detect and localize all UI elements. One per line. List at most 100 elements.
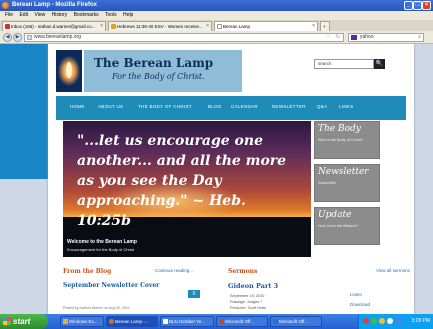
tab-label: Inbox (166) - nathan.d.warner@gmail.co..… — [11, 24, 96, 29]
task-label: BLN October Ye... — [169, 319, 206, 324]
tray-icon[interactable] — [363, 318, 369, 324]
window-title: Berean Lamp - Mozilla Firefox — [12, 2, 98, 8]
sidebox-title: Update — [318, 210, 352, 220]
site-nav: HOME ABOUT US THE BODY OF CHRIST BLOG CA… — [56, 96, 406, 120]
site-header: The Berean Lamp For the Body of Christ. … — [48, 44, 414, 96]
site-search-button[interactable]: 🔍 — [374, 59, 385, 69]
tray-icon[interactable] — [395, 318, 401, 324]
menu-help[interactable]: Help — [123, 12, 133, 18]
close-button[interactable]: × — [422, 1, 431, 10]
tab-berean-lamp[interactable]: Berean Lamp × — [214, 21, 318, 31]
menu-file[interactable]: File — [5, 12, 13, 18]
nav-calendar[interactable]: CALENDAR — [231, 104, 258, 109]
office-icon — [219, 319, 224, 324]
blog-post-meta: Posted by Nathan Warner on Aug 30, 2010 — [63, 306, 130, 310]
task-label: Windows Ex... — [69, 319, 98, 324]
sermons-section: Sermons View all sermons Gideon Part 3 S… — [228, 266, 410, 314]
reload-icon[interactable]: ↻ — [336, 34, 340, 41]
url-bar[interactable]: www.bereanlamp.org ☆ ↻ — [24, 33, 344, 42]
task-windows-explorer[interactable]: Windows Ex... — [60, 316, 104, 327]
nav-blog[interactable]: BLOG — [208, 104, 222, 109]
hero-caption: Welcome to the Berean Lamp — [67, 239, 137, 245]
firefox-icon — [109, 319, 114, 324]
site-container: The Berean Lamp For the Body of Christ. … — [48, 44, 414, 314]
logo-banner[interactable]: The Berean Lamp For the Body of Christ. — [84, 50, 242, 92]
tray-icon[interactable] — [371, 318, 377, 324]
sermon-preacher: Preacher: Scott Hofer — [230, 306, 267, 310]
sidebox-newsletter[interactable]: Newsletter Subscribe! — [314, 164, 380, 202]
nav-qa[interactable]: Q&A — [317, 104, 327, 109]
tray-icon[interactable] — [387, 318, 393, 324]
window-titlebar: Berean Lamp - Mozilla Firefox _ □ × — [0, 0, 433, 11]
view-all-sermons-link[interactable]: View all sermons — [376, 268, 410, 273]
nav-body-of-christ[interactable]: THE BODY OF CHRIST — [138, 104, 192, 109]
folder-icon — [63, 319, 68, 324]
search-bar[interactable]: yahoo ⌕ — [348, 33, 424, 42]
menu-view[interactable]: View — [34, 12, 45, 18]
sermon-download-link[interactable]: Download — [350, 302, 370, 307]
comment-count-badge[interactable]: 0 — [188, 290, 200, 298]
site-identity-icon[interactable] — [27, 35, 32, 40]
sermons-heading: Sermons — [228, 268, 258, 275]
start-button[interactable]: start — [0, 314, 48, 329]
task-label: Berean Lamp -... — [115, 319, 149, 324]
yahoo-icon — [351, 35, 357, 40]
task-bln-october[interactable]: BLN October Ye... — [160, 316, 214, 327]
blog-heading: From the Blog — [63, 268, 112, 275]
system-tray: 3:28 PM — [358, 314, 433, 329]
menu-edit[interactable]: Edit — [19, 12, 28, 18]
sidebox-update[interactable]: Update How Goes the Alliance? — [314, 207, 380, 245]
task-label: Microsoft Off... — [279, 319, 309, 324]
firefox-icon — [2, 2, 9, 9]
blog-post-title[interactable]: September Newsletter Cover — [63, 282, 159, 289]
sermon-passage: Passage: Judges 7 — [230, 300, 263, 304]
office-icon — [273, 319, 278, 324]
sidebox-sub: Who is the Body of Christ? — [318, 138, 363, 142]
search-icon[interactable]: ⌕ — [418, 34, 421, 41]
task-microsoft-office-2[interactable]: Microsoft Off... — [270, 316, 322, 327]
task-firefox[interactable]: Berean Lamp -... — [106, 316, 158, 327]
menu-bookmarks[interactable]: Bookmarks — [74, 12, 99, 18]
sidebox-sub: Subscribe! — [318, 181, 336, 185]
maximize-button[interactable]: □ — [413, 1, 422, 10]
tab-label: Berean Lamp — [223, 24, 251, 29]
nav-links[interactable]: LINKS — [339, 104, 354, 109]
search-engine-label: yahoo — [360, 34, 374, 40]
minimize-button[interactable]: _ — [404, 1, 413, 10]
back-button[interactable]: ◀ — [3, 33, 12, 42]
menu-history[interactable]: History — [52, 12, 68, 18]
nav-about-us[interactable]: ABOUT US — [98, 104, 123, 109]
nav-newsletter[interactable]: NEWSLETTER — [272, 104, 306, 109]
blog-continue-link[interactable]: Continue reading... — [155, 268, 193, 273]
tab-close-icon[interactable]: × — [312, 22, 315, 31]
forward-button[interactable]: ▶ — [13, 33, 22, 42]
tab-close-icon[interactable]: × — [206, 22, 209, 31]
url-text: www.bereanlamp.org — [34, 34, 81, 40]
tab-hebrews[interactable]: Hebrews 11:35-40 ESV - Women receive... … — [108, 21, 212, 31]
page-viewport: The Berean Lamp For the Body of Christ. … — [0, 44, 433, 314]
sermon-date: September 19, 2010 — [230, 294, 265, 298]
start-label: start — [13, 317, 31, 326]
hero-slideshow[interactable]: "...let us encourage one another... and … — [63, 121, 311, 257]
sermon-listen-link[interactable]: Listen — [350, 292, 362, 297]
bookmark-star-icon[interactable]: ☆ — [327, 34, 331, 41]
sermon-title[interactable]: Gideon Part 3 — [228, 282, 278, 290]
tab-gmail[interactable]: Inbox (166) - nathan.d.warner@gmail.co..… — [2, 21, 106, 31]
task-label: Microsoft Off... — [225, 319, 255, 324]
system-clock[interactable]: 3:28 PM — [411, 314, 430, 329]
taskbar: start Windows Ex... Berean Lamp -... BLN… — [0, 314, 433, 329]
new-tab-button[interactable]: + — [320, 21, 330, 31]
tray-icon[interactable] — [379, 318, 385, 324]
navigation-bar: ◀ ▶ www.bereanlamp.org ☆ ↻ yahoo ⌕ — [0, 31, 433, 44]
lamp-logo[interactable] — [56, 50, 82, 92]
hero-caption-sub: Encouragement for the Body of Christ — [67, 247, 134, 252]
sidebox-the-body[interactable]: The Body Who is the Body of Christ? — [314, 121, 380, 159]
tab-label: Hebrews 11:35-40 ESV - Women receive... — [117, 24, 203, 29]
menu-tools[interactable]: Tools — [105, 12, 117, 18]
document-icon — [163, 319, 168, 324]
nav-home[interactable]: HOME — [70, 104, 85, 109]
tab-close-icon[interactable]: × — [100, 22, 103, 31]
sidebox-sub: How Goes the Alliance? — [318, 224, 359, 228]
site-search-input[interactable]: search — [314, 59, 374, 69]
task-microsoft-office-1[interactable]: Microsoft Off... — [216, 316, 268, 327]
